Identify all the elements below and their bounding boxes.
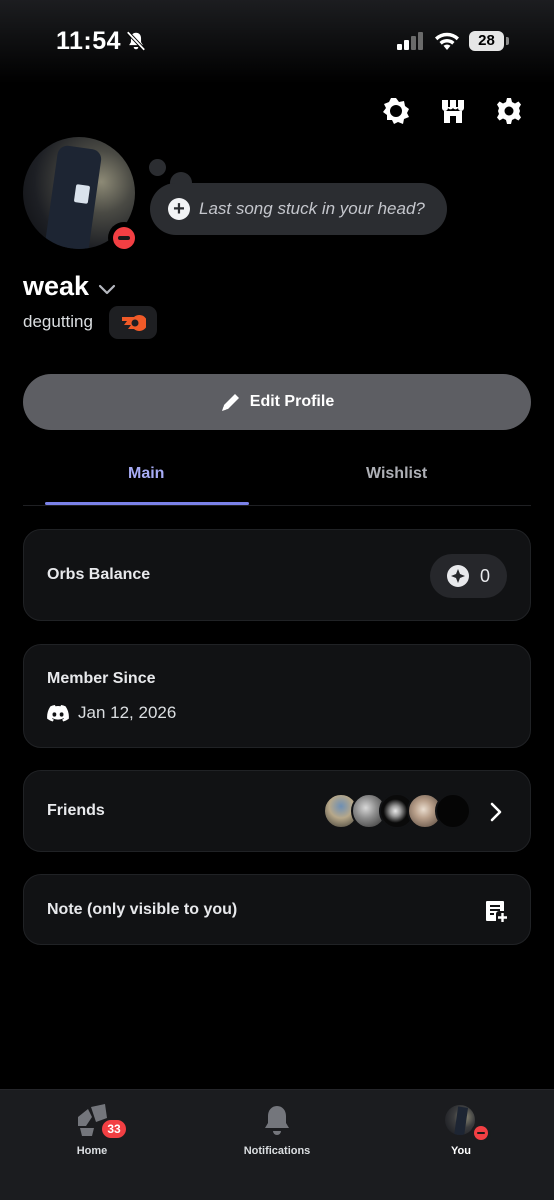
battery-indicator: 28 <box>469 31 509 51</box>
orb-icon <box>447 565 469 587</box>
tab-wishlist[interactable]: Wishlist <box>366 465 427 483</box>
thought-dot-small <box>149 159 166 176</box>
profile-badge[interactable] <box>109 306 157 339</box>
nitro-badge-icon[interactable] <box>381 96 411 126</box>
orbs-balance-value: 0 <box>480 565 491 586</box>
battery-tip <box>506 37 509 45</box>
orbs-balance-title: Orbs Balance <box>47 566 151 583</box>
member-since-card: Member Since Jan 12, 2026 <box>23 644 531 748</box>
member-since-date: Jan 12, 2026 <box>78 703 177 722</box>
member-since-row: Jan 12, 2026 <box>47 703 176 723</box>
profile-tabs: Main Wishlist <box>23 455 531 506</box>
avatar-photo-logo <box>73 184 91 204</box>
wifi-icon <box>435 32 459 50</box>
shop-icon[interactable] <box>438 96 468 126</box>
status-prompt: Last song stuck in your head? <box>199 199 425 218</box>
orbs-balance-pill[interactable]: 0 <box>430 554 507 598</box>
active-tab-indicator <box>45 502 249 505</box>
you-dnd-status-icon <box>471 1123 491 1143</box>
cellular-signal-icon <box>397 32 423 50</box>
friends-card[interactable]: Friends <box>23 770 531 852</box>
edit-profile-label: Edit Profile <box>249 393 335 410</box>
username: degutting <box>23 312 93 331</box>
settings-gear-icon[interactable] <box>494 96 524 126</box>
friends-title: Friends <box>47 802 105 819</box>
nav-you-label: You <box>451 1145 471 1157</box>
friend-avatars <box>323 793 483 829</box>
note-card[interactable]: Note (only visible to you) <box>23 874 531 945</box>
friend-avatar <box>435 793 471 829</box>
nav-home-label: Home <box>76 1145 108 1157</box>
orbs-balance-card[interactable]: Orbs Balance 0 <box>23 529 531 621</box>
bell-muted-icon <box>126 31 146 51</box>
avatar-photo-jacket <box>43 144 103 249</box>
status-bar: 11:54 28 <box>0 0 554 84</box>
dnd-status-icon <box>108 222 140 254</box>
chevron-down-icon[interactable] <box>97 281 117 297</box>
tab-main[interactable]: Main <box>128 465 164 483</box>
edit-profile-button[interactable]: Edit Profile <box>23 374 531 430</box>
discord-logo-icon <box>47 704 69 721</box>
custom-status-bubble[interactable]: + Last song stuck in your head? <box>150 183 447 235</box>
add-status-icon: + <box>168 198 190 220</box>
pencil-icon <box>221 394 239 411</box>
home-unread-badge: 33 <box>100 1118 128 1140</box>
member-since-title: Member Since <box>47 670 156 687</box>
boost-badge-icon <box>122 314 146 331</box>
nav-notifications-label: Notifications <box>243 1145 311 1157</box>
battery-level: 28 <box>469 31 504 51</box>
chevron-right-icon <box>490 802 502 822</box>
display-name[interactable]: weak <box>23 271 89 302</box>
status-time: 11:54 <box>56 27 122 55</box>
add-note-icon[interactable] <box>484 899 508 923</box>
bottom-navigation: 33 Home Notifications You <box>0 1089 554 1200</box>
bell-icon <box>265 1106 289 1135</box>
note-title: Note (only visible to you) <box>47 901 238 918</box>
